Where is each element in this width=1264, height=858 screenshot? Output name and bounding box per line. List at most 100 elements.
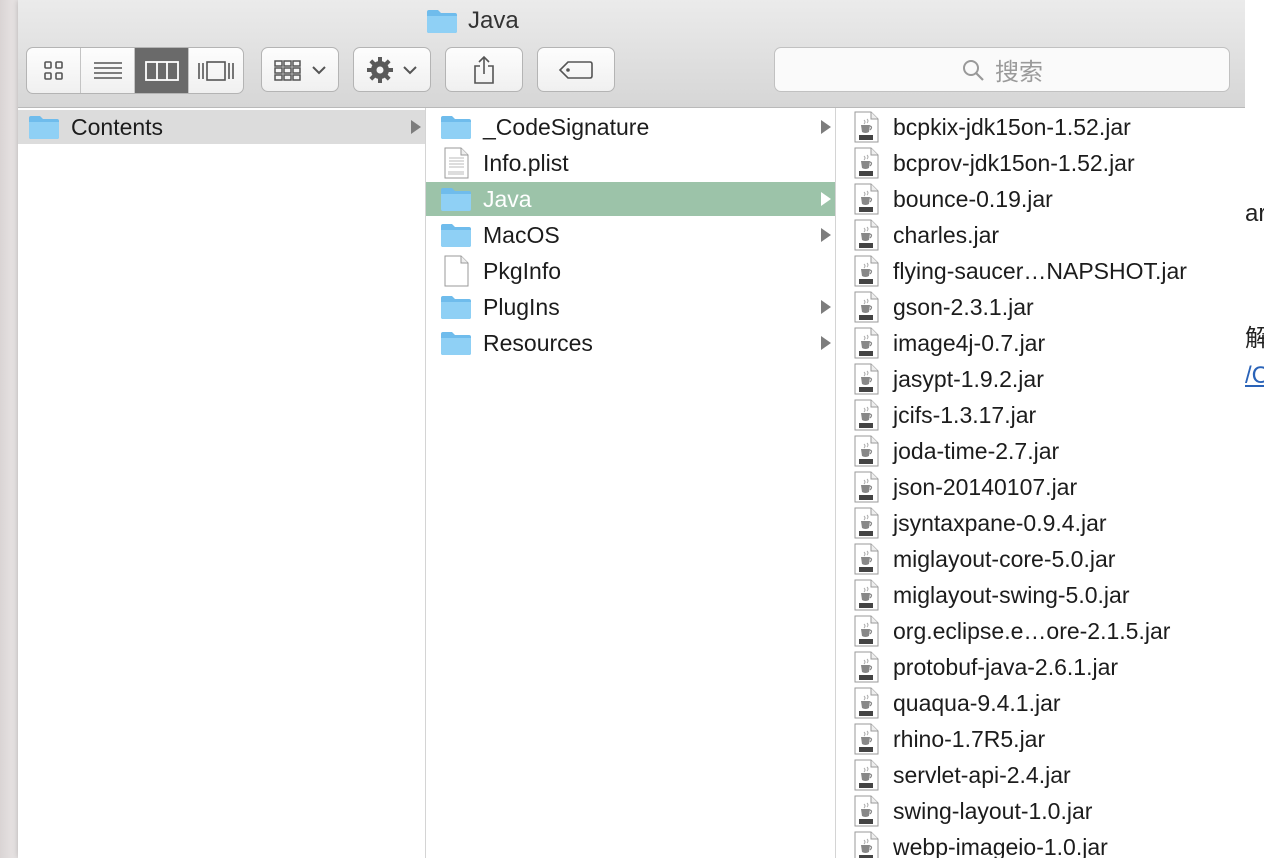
list-view-button[interactable]: [81, 48, 135, 93]
disclosure-arrow-icon: [821, 228, 831, 242]
file-row[interactable]: miglayout-core-5.0.jar: [836, 542, 1245, 576]
disclosure-arrow-icon: [821, 120, 831, 134]
background-text-fragment: 解: [1245, 325, 1264, 352]
jar-file-icon: [849, 291, 883, 323]
jar-file-icon: [849, 111, 883, 143]
file-row[interactable]: rhino-1.7R5.jar: [836, 722, 1245, 756]
view-mode-control: [26, 47, 244, 94]
jar-file-icon: [849, 363, 883, 395]
window-title-text: Java: [468, 7, 519, 34]
file-row[interactable]: flying-saucer…NAPSHOT.jar: [836, 254, 1245, 288]
item-label: json-20140107.jar: [893, 473, 1078, 500]
folder-icon: [439, 220, 473, 250]
background-page-edge: ar 解/C: [1245, 0, 1264, 858]
background-text-fragment: ar: [1245, 200, 1264, 227]
file-row[interactable]: bcpkix-jdk15on-1.52.jar: [836, 110, 1245, 144]
column-app: Contents: [18, 108, 426, 858]
finder-window: Java 搜索 Contents _CodeSignature Info.pli…: [18, 0, 1245, 858]
item-label: bcpkix-jdk15on-1.52.jar: [893, 113, 1131, 140]
jar-file-icon: [849, 255, 883, 287]
file-row[interactable]: jcifs-1.3.17.jar: [836, 398, 1245, 432]
disclosure-arrow-icon: [821, 336, 831, 350]
file-row[interactable]: gson-2.3.1.jar: [836, 290, 1245, 324]
file-row[interactable]: bounce-0.19.jar: [836, 182, 1245, 216]
item-label: Java: [483, 185, 532, 212]
share-button[interactable]: [445, 47, 523, 92]
folder-row[interactable]: Contents: [18, 110, 425, 144]
item-label: Info.plist: [483, 149, 569, 176]
item-label: gson-2.3.1.jar: [893, 293, 1034, 320]
jar-file-icon: [849, 543, 883, 575]
item-label: Resources: [483, 329, 593, 356]
column-view-button[interactable]: [135, 48, 189, 93]
search-icon: [963, 59, 984, 81]
jar-file-icon: [849, 471, 883, 503]
file-row[interactable]: jasypt-1.9.2.jar: [836, 362, 1245, 396]
desktop-background-left: [0, 0, 18, 858]
jar-file-icon: [849, 615, 883, 647]
jar-file-icon: [849, 435, 883, 467]
search-placeholder: 搜索: [995, 59, 1043, 86]
plist-file-icon: [439, 147, 473, 179]
folder-row[interactable]: PlugIns: [426, 290, 835, 324]
search-field[interactable]: 搜索: [774, 47, 1230, 92]
icon-view-button[interactable]: [27, 48, 81, 93]
item-label: flying-saucer…NAPSHOT.jar: [893, 257, 1187, 284]
file-row[interactable]: protobuf-java-2.6.1.jar: [836, 650, 1245, 684]
folder-icon: [439, 184, 473, 214]
jar-file-icon: [849, 507, 883, 539]
item-label: Contents: [71, 113, 164, 140]
cover-flow-button[interactable]: [189, 48, 243, 93]
file-row[interactable]: charles.jar: [836, 218, 1245, 252]
jar-file-icon: [849, 651, 883, 683]
file-row[interactable]: PkgInfo: [426, 254, 835, 288]
file-row[interactable]: jsyntaxpane-0.9.4.jar: [836, 506, 1245, 540]
chevron-down-icon: [403, 65, 417, 74]
folder-row[interactable]: _CodeSignature: [426, 110, 835, 144]
background-link-fragment[interactable]: /C: [1245, 362, 1264, 390]
item-label: rhino-1.7R5.jar: [893, 725, 1046, 752]
column-view-icon: [144, 60, 179, 81]
file-row[interactable]: image4j-0.7.jar: [836, 326, 1245, 360]
item-label: PlugIns: [483, 293, 560, 320]
jar-file-icon: [849, 759, 883, 791]
folder-row[interactable]: Resources: [426, 326, 835, 360]
folder-icon: [439, 328, 473, 358]
item-label: PkgInfo: [483, 257, 561, 284]
file-row[interactable]: joda-time-2.7.jar: [836, 434, 1245, 468]
jar-file-icon: [849, 399, 883, 431]
item-label: miglayout-swing-5.0.jar: [893, 581, 1130, 608]
jar-file-icon: [849, 687, 883, 719]
column-contents: _CodeSignature Info.plist Java MacOS PkgInfo…: [426, 108, 836, 858]
file-row[interactable]: quaqua-9.4.1.jar: [836, 686, 1245, 720]
item-label: bcprov-jdk15on-1.52.jar: [893, 149, 1135, 176]
document-icon: [439, 255, 473, 287]
file-row[interactable]: bcprov-jdk15on-1.52.jar: [836, 146, 1245, 180]
file-row[interactable]: webp-imageio-1.0.jar: [836, 830, 1245, 858]
disclosure-arrow-icon: [821, 192, 831, 206]
column-java: bcpkix-jdk15on-1.52.jar bcprov-jdk15on-1.…: [836, 108, 1245, 858]
item-label: webp-imageio-1.0.jar: [893, 833, 1108, 858]
file-row[interactable]: json-20140107.jar: [836, 470, 1245, 504]
item-label: quaqua-9.4.1.jar: [893, 689, 1061, 716]
list-view-icon: [93, 61, 122, 79]
grid-arrange-icon: [274, 59, 301, 81]
file-row[interactable]: swing-layout-1.0.jar: [836, 794, 1245, 828]
folder-row[interactable]: MacOS: [426, 218, 835, 252]
item-label: miglayout-core-5.0.jar: [893, 545, 1116, 572]
arrange-button[interactable]: [261, 47, 339, 92]
item-label: jcifs-1.3.17.jar: [893, 401, 1037, 428]
item-label: bounce-0.19.jar: [893, 185, 1053, 212]
file-row[interactable]: org.eclipse.e…ore-2.1.5.jar: [836, 614, 1245, 648]
item-label: org.eclipse.e…ore-2.1.5.jar: [893, 617, 1171, 644]
folder-row[interactable]: Java: [426, 182, 835, 216]
chevron-down-icon: [312, 65, 326, 74]
action-button[interactable]: [353, 47, 431, 92]
window-title: Java: [426, 6, 519, 36]
file-row[interactable]: miglayout-swing-5.0.jar: [836, 578, 1245, 612]
file-row[interactable]: servlet-api-2.4.jar: [836, 758, 1245, 792]
jar-file-icon: [849, 723, 883, 755]
tags-button[interactable]: [537, 47, 615, 92]
item-label: charles.jar: [893, 221, 1000, 248]
file-row[interactable]: Info.plist: [426, 146, 835, 180]
